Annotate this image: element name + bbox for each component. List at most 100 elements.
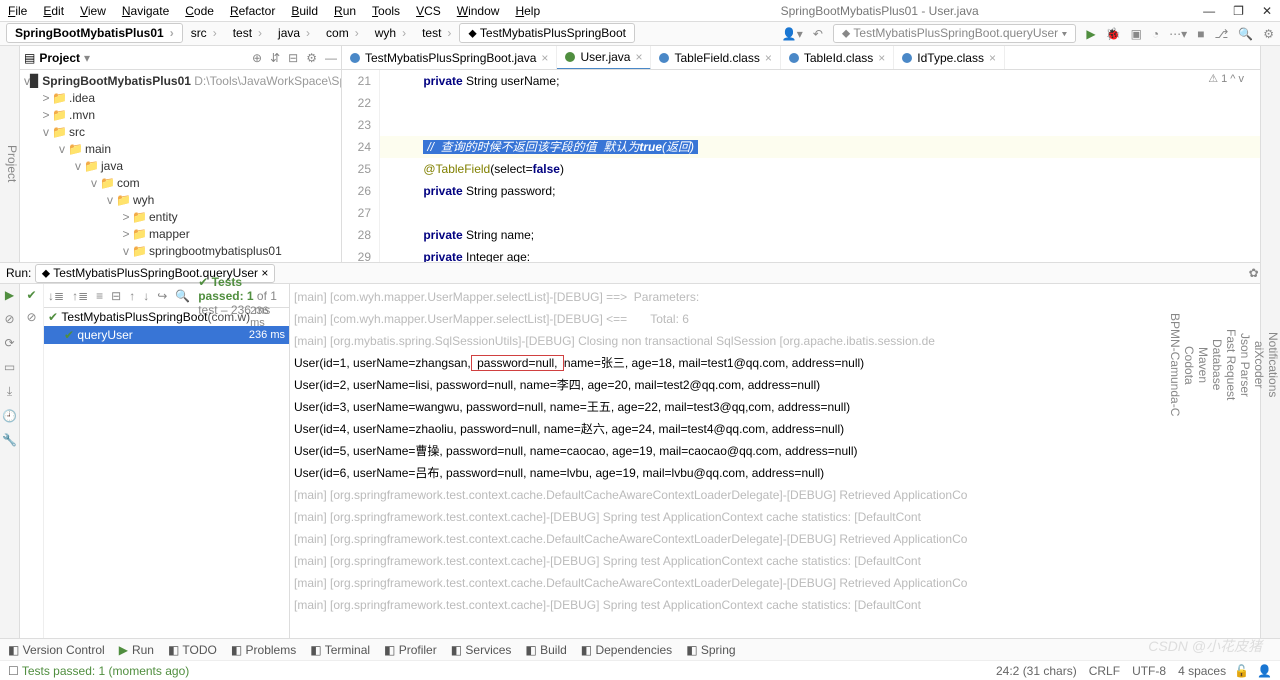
bottom-tool-TODO[interactable]: ◧ TODO bbox=[168, 643, 217, 657]
menu-window[interactable]: Window bbox=[457, 4, 500, 18]
menu-edit[interactable]: Edit bbox=[43, 4, 64, 18]
status-icon[interactable]: ☐ bbox=[8, 664, 19, 678]
bottom-tool-Version Control[interactable]: ◧ Version Control bbox=[8, 643, 105, 657]
minimize-icon[interactable]: — bbox=[1203, 4, 1215, 18]
close-tab-icon[interactable]: × bbox=[878, 51, 885, 65]
tree-node[interactable]: v📁src bbox=[20, 123, 341, 140]
bottom-tool-Problems[interactable]: ◧ Problems bbox=[231, 643, 296, 657]
breadcrumb-item[interactable]: ⬥ TestMybatisPlusSpringBoot bbox=[459, 23, 635, 43]
sort-icon[interactable]: ↓≣ bbox=[48, 289, 64, 303]
breadcrumb-item[interactable]: wyh bbox=[367, 24, 414, 42]
breadcrumb-item[interactable]: SpringBootMybatisPlus01 bbox=[6, 23, 183, 43]
bottom-tool-Dependencies[interactable]: ◧ Dependencies bbox=[581, 643, 672, 657]
tree-node[interactable]: v📁com bbox=[20, 174, 341, 191]
menu-refactor[interactable]: Refactor bbox=[230, 4, 275, 18]
menu-code[interactable]: Code bbox=[185, 4, 214, 18]
inspection-badge[interactable]: ⚠ 1 ^ v bbox=[1208, 72, 1244, 85]
status-item[interactable]: CRLF bbox=[1089, 664, 1120, 678]
close-tab-icon[interactable]: × bbox=[989, 51, 996, 65]
bottom-tool-Run[interactable]: ▶ Run bbox=[119, 643, 154, 657]
tree-node[interactable]: >📁.idea bbox=[20, 89, 341, 106]
breadcrumb-item[interactable]: com bbox=[318, 24, 367, 42]
search-icon[interactable]: 🔍 bbox=[1238, 27, 1253, 41]
more-run-icon[interactable]: ⋯▾ bbox=[1169, 27, 1187, 41]
menu-run[interactable]: Run bbox=[334, 4, 356, 18]
right-tool-Database[interactable]: Database bbox=[1210, 86, 1224, 644]
right-tool-BPMN-Camunda-C[interactable]: BPMN-Camunda-C bbox=[1168, 86, 1182, 644]
project-tree[interactable]: v▉SpringBootMybatisPlus01 D:\Tools\JavaW… bbox=[20, 70, 341, 262]
menu-file[interactable]: File bbox=[8, 4, 27, 18]
select-opened-icon[interactable]: ⊕ bbox=[252, 51, 262, 65]
expand-icon[interactable]: ⇵ bbox=[270, 51, 280, 65]
menu-view[interactable]: View bbox=[80, 4, 106, 18]
bottom-tool-Services[interactable]: ◧ Services bbox=[451, 643, 512, 657]
right-tool-Maven[interactable]: Maven bbox=[1196, 86, 1210, 644]
maximize-icon[interactable]: ❐ bbox=[1233, 4, 1244, 18]
close-tab-icon[interactable]: × bbox=[635, 50, 642, 64]
prev-icon[interactable]: ↑ bbox=[129, 289, 135, 303]
editor-tab[interactable]: TestMybatisPlusSpringBoot.java× bbox=[342, 46, 557, 70]
scroll-icon[interactable]: ↪ bbox=[157, 289, 167, 303]
export-icon[interactable]: ⤓ bbox=[7, 384, 12, 399]
run-icon[interactable]: ▶ bbox=[1086, 27, 1095, 41]
tree-node[interactable]: v📁main bbox=[20, 140, 341, 157]
editor-tab[interactable]: TableField.class× bbox=[651, 46, 780, 70]
menu-build[interactable]: Build bbox=[291, 4, 318, 18]
close-tab-icon[interactable]: × bbox=[765, 51, 772, 65]
test-node[interactable]: ✔ TestMybatisPlusSpringBoot (com.w)236 m… bbox=[44, 308, 289, 326]
test-node[interactable]: ✔ queryUser236 ms bbox=[44, 326, 289, 344]
fail-icon[interactable]: ⊘ bbox=[26, 310, 36, 324]
right-tool-aiXcoder[interactable]: aiXcoder bbox=[1252, 86, 1266, 644]
tree-node[interactable]: >📁mapper bbox=[20, 225, 341, 242]
status-item[interactable]: UTF-8 bbox=[1132, 664, 1166, 678]
right-tool-Fast Request[interactable]: Fast Request bbox=[1224, 86, 1238, 644]
status-item[interactable]: 4 spaces bbox=[1178, 664, 1226, 678]
stop-icon[interactable]: ■ bbox=[1197, 27, 1204, 41]
pin-icon[interactable]: ⟳ bbox=[4, 336, 14, 350]
right-tool-Json Parser[interactable]: Json Parser bbox=[1238, 86, 1252, 644]
tree-node[interactable]: >📁.mvn bbox=[20, 106, 341, 123]
debug-icon[interactable]: 🐞 bbox=[1106, 27, 1121, 41]
breadcrumb-item[interactable]: java bbox=[270, 24, 318, 42]
profile-icon[interactable]: ◔ bbox=[1152, 27, 1159, 41]
menu-navigate[interactable]: Navigate bbox=[122, 4, 169, 18]
tree-node[interactable]: v📁springbootmybatisplus01 bbox=[20, 242, 341, 259]
left-tool-strip[interactable]: Project bbox=[0, 46, 20, 262]
pass-icon[interactable]: ✔ bbox=[26, 288, 36, 302]
status-item[interactable]: 24:2 (31 chars) bbox=[996, 664, 1077, 678]
bottom-tool-Spring[interactable]: ◧ Spring bbox=[686, 643, 735, 657]
coverage-icon[interactable]: ▣ bbox=[1131, 27, 1142, 41]
menu-help[interactable]: Help bbox=[515, 4, 540, 18]
lock-icon[interactable]: 🔓 bbox=[1234, 664, 1249, 678]
expand-all-icon[interactable]: ≡ bbox=[96, 289, 103, 303]
collapse-all-icon[interactable]: ⊟ bbox=[111, 289, 121, 303]
git-icon[interactable]: ⎇ bbox=[1214, 27, 1228, 41]
tree-node[interactable]: v📁java bbox=[20, 157, 341, 174]
menu-tools[interactable]: Tools bbox=[372, 4, 400, 18]
editor-tab[interactable]: TableId.class× bbox=[781, 46, 894, 70]
editor-tab[interactable]: IdType.class× bbox=[894, 46, 1005, 70]
test-tree[interactable]: ↓≣ ↑≣ ≡ ⊟ ↑ ↓ ↪ 🔍 ✔ Tests passed: 1 of 1… bbox=[44, 284, 290, 658]
settings-icon[interactable]: ⚙ bbox=[306, 51, 317, 65]
breadcrumb-item[interactable]: test bbox=[414, 24, 459, 42]
back-icon[interactable]: ↶ bbox=[813, 27, 823, 41]
collapse-icon[interactable]: ⊟ bbox=[288, 51, 298, 65]
tree-node[interactable]: >📁entity bbox=[20, 208, 341, 225]
menu-vcs[interactable]: VCS bbox=[416, 4, 441, 18]
run-config-combo[interactable]: ⬥ TestMybatisPlusSpringBoot.queryUser ▾ bbox=[833, 24, 1077, 43]
right-tool-Codota[interactable]: Codota bbox=[1182, 86, 1196, 644]
hide-icon[interactable]: — bbox=[325, 51, 337, 65]
bottom-tool-Profiler[interactable]: ◧ Profiler bbox=[384, 643, 437, 657]
right-tool-Notifications[interactable]: Notifications bbox=[1266, 86, 1280, 644]
layout-icon[interactable]: ▭ bbox=[4, 360, 15, 374]
history-icon[interactable]: 🕘 bbox=[2, 409, 17, 423]
bottom-tool-Terminal[interactable]: ◧ Terminal bbox=[310, 643, 370, 657]
bottom-tool-Build[interactable]: ◧ Build bbox=[525, 643, 566, 657]
settings-icon[interactable]: ⚙ bbox=[1263, 27, 1274, 41]
close-icon[interactable]: ✕ bbox=[1262, 4, 1272, 18]
user-icon[interactable]: 👤▾ bbox=[782, 27, 803, 41]
filter-icon[interactable]: ↑≣ bbox=[72, 289, 88, 303]
right-tool-strip[interactable]: NotificationsaiXcoderJson ParserFast Req… bbox=[1260, 46, 1280, 658]
man-icon[interactable]: 👤 bbox=[1257, 664, 1272, 678]
editor-tab[interactable]: User.java× bbox=[557, 46, 651, 70]
